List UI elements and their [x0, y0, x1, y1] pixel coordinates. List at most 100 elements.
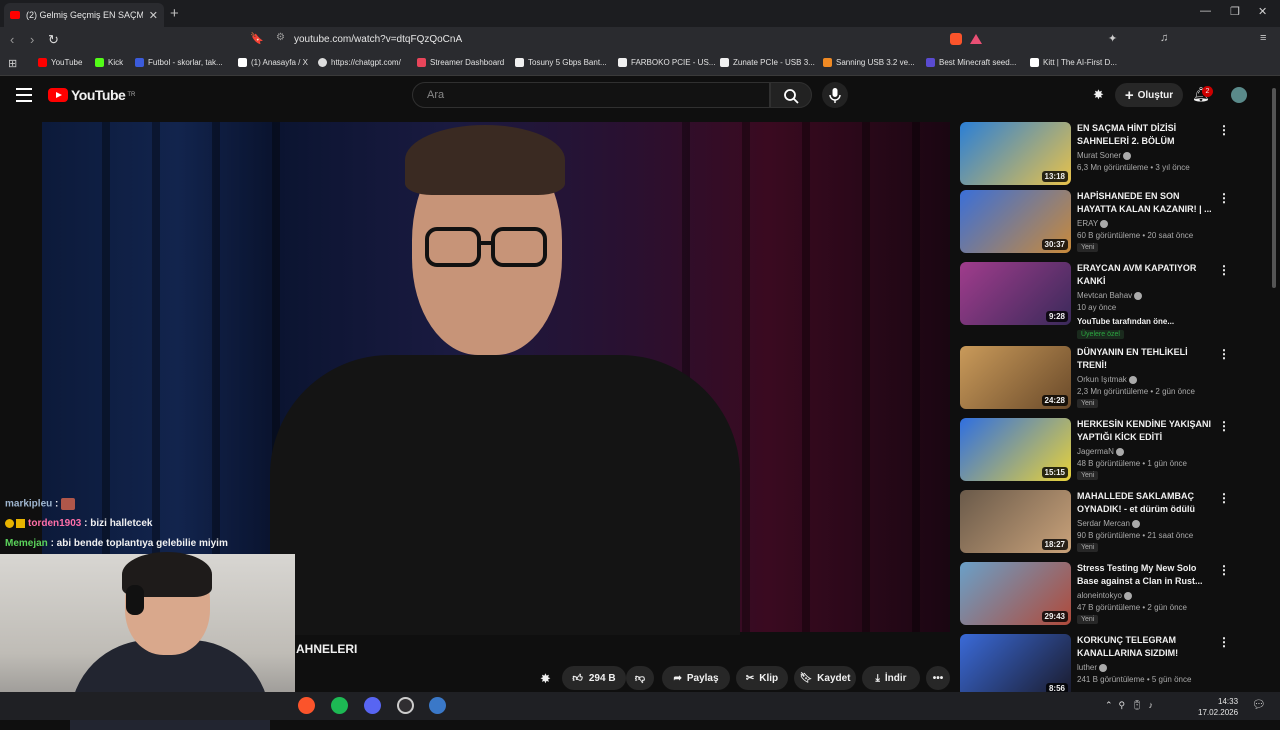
notification-center-icon[interactable]: 💬︎ [1252, 698, 1266, 711]
extensions-icon[interactable]: ✦ [1108, 32, 1117, 45]
video-thumbnail[interactable]: 18:27 [960, 490, 1071, 553]
browser-tab[interactable]: (2) Gelmiş Geçmiş EN SAÇMA Hİ ✕ [4, 3, 164, 27]
more-options-icon[interactable]: ⋮ [1218, 263, 1230, 277]
brave-shields-icon[interactable] [950, 33, 962, 45]
channel-name[interactable]: aloneintokyo [1077, 591, 1133, 600]
recommendation-title[interactable]: ERAYCAN AVM KAPATIYOR KANKİ [1077, 262, 1217, 288]
more-options-icon[interactable]: ⋮ [1218, 347, 1230, 361]
brave-icon[interactable] [298, 697, 315, 714]
channel-name[interactable]: Murat Soner [1077, 151, 1132, 160]
bookmark-streamer-dashboard[interactable]: Streamer Dashboard [417, 58, 504, 67]
bookmark-kick[interactable]: Kick [95, 58, 123, 67]
search-input[interactable]: Ara [412, 82, 770, 108]
bookmark-x[interactable]: (1) Anasayfa / X [238, 58, 308, 67]
create-button[interactable]: + Oluştur [1115, 83, 1183, 107]
video-thumbnail[interactable]: 15:15 [960, 418, 1071, 481]
apps-grid-icon[interactable]: ⊞ [8, 57, 17, 70]
video-thumbnail[interactable]: 30:37 [960, 190, 1071, 253]
recommendation-title[interactable]: MAHALLEDE SAKLAMBAÇ OYNADIK! - et dürüm … [1077, 490, 1217, 516]
more-options-icon[interactable]: ⋮ [1218, 491, 1230, 505]
more-options-icon[interactable]: ⋮ [1218, 635, 1230, 649]
media-icon[interactable]: ♫ [1160, 32, 1168, 44]
app-icon[interactable] [429, 697, 446, 714]
minimize-button[interactable]: — [1200, 5, 1211, 17]
clip-button[interactable]: ✂ Klip [736, 666, 788, 690]
forward-icon[interactable]: › [30, 32, 34, 47]
channel-name[interactable]: Orkun Işıtmak [1077, 375, 1138, 384]
channel-name[interactable]: Serdar Mercan [1077, 519, 1141, 528]
recommendation-title[interactable]: HERKESİN KENDİNE YAKIŞANI YAPTIĞI KİCK E… [1077, 418, 1217, 444]
more-options-icon[interactable]: ⋮ [1218, 563, 1230, 577]
ai-sparkle-icon[interactable]: ✸ [1093, 87, 1104, 103]
video-thumbnail[interactable]: 13:18 [960, 122, 1071, 185]
discord-icon[interactable] [364, 697, 381, 714]
channel-name[interactable]: Mevtcan Bahav [1077, 291, 1143, 300]
video-thumbnail[interactable]: 29:43 [960, 562, 1071, 625]
menu-icon[interactable]: ≡ [1260, 32, 1266, 44]
download-button[interactable]: ⤓ İndir [862, 666, 920, 690]
bookmark-zunate[interactable]: Zunate PCIe - USB 3... [720, 58, 815, 67]
close-tab-icon[interactable]: ✕ [149, 9, 158, 22]
channel-name[interactable]: JagermaN [1077, 447, 1125, 456]
back-icon[interactable]: ‹ [10, 32, 14, 47]
clock-date: 17.02.2026 [1198, 708, 1239, 717]
restore-button[interactable]: ❐ [1230, 5, 1240, 18]
new-tab-button[interactable]: + [170, 5, 179, 22]
clock[interactable]: 14:33 17.02.2026 [1198, 696, 1238, 718]
dislike-button[interactable]: 👎︎ [626, 666, 654, 690]
duration-badge: 24:28 [1041, 395, 1068, 406]
video-thumbnail[interactable]: 8:56 [960, 634, 1071, 697]
more-options-icon[interactable]: ⋮ [1218, 419, 1230, 433]
voice-search-button[interactable] [822, 82, 848, 108]
bookmark-minecraft[interactable]: Best Minecraft seed... [926, 58, 1016, 67]
bookmark-futbol[interactable]: Futbol - skorlar, tak... [135, 58, 223, 67]
more-options-icon[interactable]: ⋮ [1218, 123, 1230, 137]
more-actions-button[interactable]: ••• [926, 666, 950, 690]
brave-rewards-icon[interactable] [970, 34, 982, 44]
close-window-button[interactable]: ✕ [1258, 5, 1267, 18]
url-field[interactable]: youtube.com/watch?v=dtqFQzQoCnA [294, 34, 462, 45]
share-button[interactable]: ➦ Paylaş [662, 666, 730, 690]
recommendation-title[interactable]: DÜNYANIN EN TEHLİKELİ TRENİ! [1077, 346, 1217, 372]
recommendation-card[interactable]: 15:15 HERKESİN KENDİNE YAKIŞANI YAPTIĞI K… [960, 418, 1270, 482]
spotify-icon[interactable] [331, 697, 348, 714]
duration-badge: 18:27 [1041, 539, 1068, 550]
search-button[interactable] [770, 82, 812, 108]
recommendation-card[interactable]: 8:56 KORKUNÇ TELEGRAM KANALLARINA SIZDIM!… [960, 634, 1270, 698]
youtube-logo[interactable]: YouTube TR [48, 87, 135, 103]
hamburger-menu-icon[interactable] [16, 88, 32, 102]
recommendation-title[interactable]: Stress Testing My New Solo Base against … [1077, 562, 1217, 588]
recommendation-card[interactable]: 9:28 ERAYCAN AVM KAPATIYOR KANKİ Mevtcan B… [960, 262, 1270, 339]
channel-name[interactable]: ERAY [1077, 219, 1109, 228]
like-button[interactable]: 👍︎ 294 B [562, 666, 626, 690]
recommendation-title[interactable]: KORKUNÇ TELEGRAM KANALLARINA SIZDIM! [1077, 634, 1217, 660]
recommendation-card[interactable]: 30:37 HAPİSHANEDE EN SON HAYATTA KALAN KA… [960, 190, 1270, 254]
bookmark-kitt[interactable]: Kitt | The AI-First D... [1030, 58, 1117, 67]
ai-sparkle-icon[interactable]: ✸ [540, 671, 551, 687]
bookmark-youtube[interactable]: YouTube [38, 58, 82, 67]
reload-icon[interactable]: ↻ [48, 32, 59, 48]
recommendation-card[interactable]: 24:28 DÜNYANIN EN TEHLİKELİ TRENİ! Orkun I… [960, 346, 1270, 410]
recommendation-card[interactable]: 18:27 MAHALLEDE SAKLAMBAÇ OYNADIK! - et d… [960, 490, 1270, 554]
system-tray-icons[interactable]: ⌃⚲🔋︎♪ [1105, 700, 1159, 711]
bookmark-farboko[interactable]: FARBOKO PCIE - US... [618, 58, 715, 67]
bookmark-icon[interactable]: 🔖 [250, 32, 264, 45]
bookmark-tosuny[interactable]: Tosuny 5 Gbps Bant... [515, 58, 607, 67]
channel-name[interactable]: luther [1077, 663, 1108, 672]
bookmark-sanning[interactable]: Sanning USB 3.2 ve... [823, 58, 915, 67]
verified-icon [1099, 663, 1108, 672]
save-button[interactable]: 🔖︎ Kaydet [794, 666, 856, 690]
site-settings-icon[interactable]: ⚙ [276, 32, 285, 43]
recommendation-card[interactable]: 29:43 Stress Testing My New Solo Base aga… [960, 562, 1270, 626]
more-options-icon[interactable]: ⋮ [1218, 191, 1230, 205]
video-thumbnail[interactable]: 24:28 [960, 346, 1071, 409]
avatar[interactable] [1231, 87, 1247, 103]
recommendation-card[interactable]: 13:18 EN SAÇMA HİNT DİZİSİ SAHNELERİ 2. B… [960, 122, 1270, 186]
video-thumbnail[interactable]: 9:28 [960, 262, 1071, 325]
chat-message: torden1903 : bizi halletcek [5, 518, 153, 529]
recommendation-title[interactable]: HAPİSHANEDE EN SON HAYATTA KALAN KAZANIR… [1077, 190, 1217, 216]
bookmark-chatgpt[interactable]: https://chatgpt.com/ [318, 58, 401, 67]
recommendation-title[interactable]: EN SAÇMA HİNT DİZİSİ SAHNELERİ 2. BÖLÜM [1077, 122, 1217, 148]
scrollbar[interactable] [1272, 88, 1276, 288]
obs-icon[interactable] [397, 697, 414, 714]
